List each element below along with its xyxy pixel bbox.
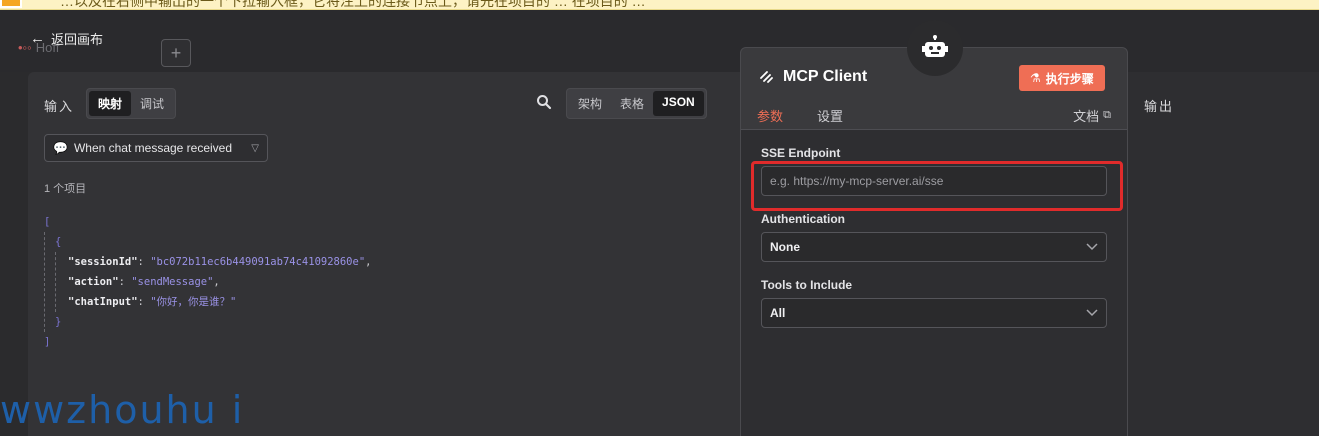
tools-select[interactable]: All bbox=[761, 298, 1107, 328]
chat-bubble-icon: 💬 bbox=[53, 141, 68, 155]
json-viewer: [ { "sessionId": "bc072b11ec6b449091ab74… bbox=[44, 212, 371, 352]
back-to-canvas-label: 返回画布 bbox=[51, 32, 104, 47]
authentication-value: None bbox=[770, 240, 800, 254]
json-value: "sendMessage" bbox=[131, 276, 214, 288]
json-row[interactable]: "chatInput": "你好，你是谁？" bbox=[68, 292, 371, 312]
json-row[interactable]: "action": "sendMessage", bbox=[68, 272, 371, 292]
chevron-down-icon: ▽ bbox=[251, 142, 259, 154]
flask-icon: ⚗ bbox=[1030, 71, 1041, 85]
json-value: "bc072b11ec6b449091ab74c41092860e" bbox=[150, 256, 366, 268]
sse-endpoint-input[interactable] bbox=[761, 166, 1107, 196]
authentication-select[interactable]: None bbox=[761, 232, 1107, 262]
view-mode-toggle: 架构 表格 JSON bbox=[566, 88, 707, 119]
authentication-label: Authentication bbox=[761, 212, 845, 226]
robot-node-icon bbox=[907, 20, 963, 76]
output-title: 输出 bbox=[1144, 99, 1175, 114]
json-value: "你好，你是谁？" bbox=[150, 296, 237, 308]
tab-schema[interactable]: 架构 bbox=[569, 91, 611, 116]
json-open-brace: { bbox=[55, 236, 62, 248]
tab-settings[interactable]: 设置 bbox=[817, 106, 843, 132]
input-mode-toggle: 映射 调试 bbox=[86, 88, 177, 119]
input-title: 输入 bbox=[44, 99, 75, 114]
trigger-node-select[interactable]: 💬 When chat message received ▽ bbox=[44, 134, 268, 162]
tools-label: Tools to Include bbox=[761, 278, 853, 292]
external-link-icon: ⧉ bbox=[1103, 109, 1111, 121]
tab-json[interactable]: JSON bbox=[653, 91, 704, 116]
input-panel: 输入 映射 调试 架构 表格 JSON 💬 When chat message … bbox=[28, 72, 740, 436]
json-key: "chatInput" bbox=[68, 296, 138, 308]
docs-label: 文档 bbox=[1073, 109, 1100, 124]
tools-value: All bbox=[770, 306, 786, 320]
tab-table[interactable]: 表格 bbox=[611, 91, 653, 116]
node-tabs: 参数 设置 文档 ⧉ bbox=[741, 100, 1127, 134]
notice-text: …以及在右侧中输出的一个下拉输入框，它将注上的连接节点上，请先在项目的 … 在项… bbox=[60, 0, 646, 9]
watermark: wwzhouhu i bbox=[0, 388, 245, 432]
execute-step-button[interactable]: ⚗ 执行步骤 bbox=[1019, 65, 1105, 91]
notice-badge-icon bbox=[0, 0, 22, 8]
trigger-node-label: When chat message received bbox=[73, 141, 233, 155]
json-row[interactable]: "sessionId": "bc072b11ec6b449091ab74c410… bbox=[68, 252, 371, 272]
tab-debug[interactable]: 调试 bbox=[131, 91, 173, 116]
notice-banner: …以及在右侧中输出的一个下拉输入框，它将注上的连接节点上，请先在项目的 … 在项… bbox=[0, 0, 1319, 10]
plus-icon: + bbox=[170, 42, 182, 63]
tab-mapping[interactable]: 映射 bbox=[89, 91, 132, 116]
json-key: "action" bbox=[68, 276, 119, 288]
node-parameters-body: SSE Endpoint Authentication None Tools t… bbox=[741, 130, 1127, 436]
add-node-button[interactable]: + bbox=[161, 39, 191, 67]
output-panel: 输出 bbox=[1127, 72, 1319, 436]
item-count: 1 个项目 bbox=[44, 183, 87, 195]
docs-link[interactable]: 文档 ⧉ bbox=[1073, 106, 1111, 125]
sse-endpoint-label: SSE Endpoint bbox=[761, 146, 841, 160]
json-key: "sessionId" bbox=[68, 256, 138, 268]
execute-step-label: 执行步骤 bbox=[1045, 71, 1094, 86]
json-close-bracket: ] bbox=[44, 336, 51, 348]
search-icon[interactable] bbox=[536, 94, 552, 110]
arrow-left-icon: ← bbox=[30, 30, 45, 47]
node-settings-panel: MCP Client ⚗ 执行步骤 参数 设置 文档 ⧉ SSE Endpoin… bbox=[740, 47, 1128, 436]
mcp-logo-icon bbox=[760, 71, 773, 83]
chevron-down-icon bbox=[1086, 306, 1098, 320]
node-header: MCP Client bbox=[759, 68, 867, 86]
chevron-down-icon bbox=[1086, 240, 1098, 254]
json-open-bracket: [ bbox=[44, 216, 51, 228]
node-title: MCP Client bbox=[783, 68, 868, 85]
back-to-canvas-link[interactable]: ← 返回画布 bbox=[30, 29, 103, 48]
json-close-brace: } bbox=[55, 316, 62, 328]
